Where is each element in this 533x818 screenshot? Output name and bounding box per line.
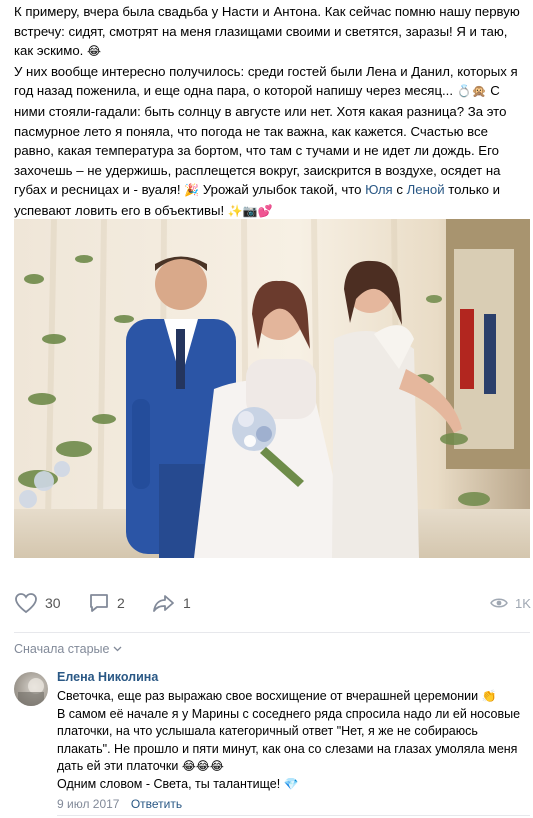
shares-count: 1 [183, 595, 191, 611]
post-text-line2d: с [396, 182, 403, 198]
likes-count: 30 [45, 595, 61, 611]
wedding-photo-image [14, 219, 530, 558]
eye-icon [490, 598, 508, 608]
ring-monkey-emoji-icon: 💍🙊 [456, 84, 487, 99]
share-button[interactable]: 1 [152, 588, 191, 618]
views-count: 1K [515, 595, 531, 611]
post-text-line2b: С ними стояли-гадали: быть солнцу в авгу… [14, 83, 507, 198]
party-popper-emoji-icon: 🎉 [184, 183, 200, 198]
comment-text-2: В самом её начале я у Марины с соседнего… [57, 706, 521, 774]
views-counter: 1K [490, 588, 531, 618]
chevron-down-icon [114, 646, 122, 652]
comments-count: 2 [117, 595, 125, 611]
heart-icon [15, 593, 37, 614]
comment-author-link[interactable]: Елена Николина [57, 668, 532, 686]
mention-link-lena[interactable]: Леной [407, 182, 445, 197]
comment-text-1: Светочка, еще раз выражаю свое восхищени… [57, 689, 479, 703]
sparkles-camera-hearts-emoji-icon: ✨📷💕 [227, 203, 273, 218]
post-actions-bar: 30 2 1 1K [0, 588, 533, 618]
post-text: К примеру, вчера была свадьба у Насти и … [14, 2, 526, 222]
gem-emoji-icon: 💎 [283, 776, 299, 791]
sort-label: Сначала старые [14, 642, 110, 656]
divider [14, 632, 530, 633]
clapping-emoji-icon: 👏 [481, 689, 497, 703]
post-paragraph-1: К примеру, вчера была свадьба у Насти и … [14, 2, 526, 62]
comments-sort-dropdown[interactable]: Сначала старые [14, 642, 122, 656]
post-paragraph-2: У них вообще интересно получилось: среди… [14, 62, 526, 222]
comment-text: Светочка, еще раз выражаю свое восхищени… [57, 688, 532, 794]
post-text-line2a: У них вообще интересно получилось: среди… [14, 63, 518, 99]
comment-button[interactable]: 2 [88, 588, 125, 618]
comment-meta: 9 июл 2017 Ответить [57, 797, 532, 811]
laughing-emoji-icon: 😂 [87, 44, 102, 59]
share-icon [153, 595, 174, 612]
comment-date[interactable]: 9 июл 2017 [57, 797, 119, 811]
avatar-image [18, 678, 44, 706]
like-button[interactable]: 30 [14, 588, 61, 618]
laughing-emoji-icon: 😂😂😂 [181, 759, 224, 774]
avatar[interactable] [14, 672, 48, 706]
comment-body: Елена Николина Светочка, еще раз выражаю… [57, 668, 532, 811]
post-photo[interactable] [14, 219, 530, 558]
divider [57, 815, 530, 816]
comment-icon [90, 594, 108, 612]
post-text-line2c: Урожай улыбок такой, что [202, 182, 362, 198]
mention-link-yulia[interactable]: Юля [365, 182, 393, 197]
reply-button[interactable]: Ответить [131, 797, 182, 811]
comment-text-3: Одним словом - Света, ты талантище! [57, 776, 281, 791]
